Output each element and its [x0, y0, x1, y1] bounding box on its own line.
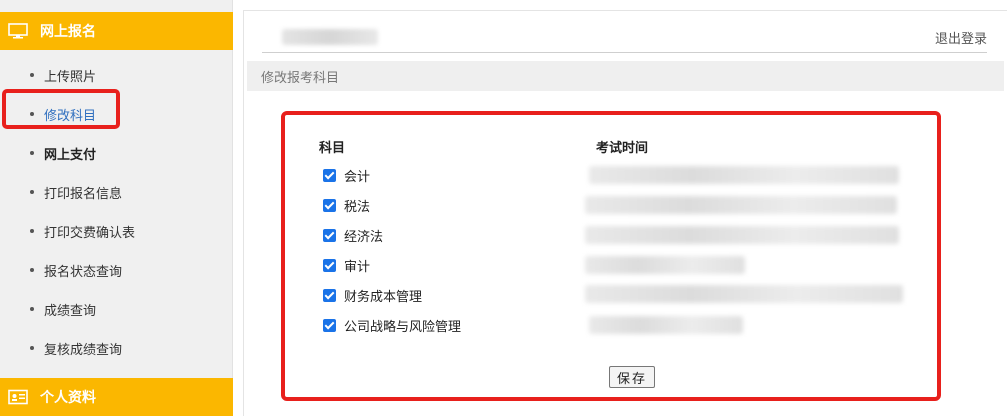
subject-checkbox[interactable]	[323, 318, 336, 332]
sidebar-item-label: 打印报名信息	[44, 186, 123, 202]
sidebar-item-score-query[interactable]: 成绩查询	[0, 294, 233, 324]
subject-row: 税法	[323, 195, 370, 215]
sidebar-item-label: 复核成绩查询	[44, 342, 123, 358]
top-bar: 退出登录	[262, 25, 987, 53]
sidebar-item-upload-photo[interactable]: 上传照片	[0, 60, 233, 90]
column-header-exam-time: 考试时间	[596, 141, 649, 156]
column-header-subject: 科目	[319, 141, 346, 156]
exam-time-redacted	[585, 256, 745, 274]
sidebar-item-review-score-query[interactable]: 复核成绩查询	[0, 333, 233, 363]
sidebar-item-print-payment-confirm[interactable]: 打印交费确认表	[0, 216, 233, 246]
sidebar: 网上报名 上传照片 修改科目 网上支付 打印报名信息 打印交费确认表 报名状态查…	[0, 0, 233, 416]
monitor-icon	[8, 23, 28, 39]
id-card-icon	[8, 389, 28, 405]
bullet-icon	[30, 73, 34, 77]
bullet-icon	[30, 190, 34, 194]
subject-checkbox[interactable]	[323, 288, 336, 302]
sidebar-item-label: 成绩查询	[44, 303, 97, 319]
subject-checkbox[interactable]	[323, 168, 336, 182]
sidebar-item-label: 报名状态查询	[44, 264, 123, 280]
section-title: 网上报名	[40, 24, 96, 40]
username-redacted	[282, 29, 378, 45]
subject-name: 会计	[344, 169, 371, 185]
exam-time-redacted	[585, 285, 903, 303]
subject-name: 经济法	[344, 229, 384, 245]
highlight-box-sidebar	[2, 89, 120, 129]
subject-checkbox[interactable]	[323, 228, 336, 242]
sidebar-item-label: 打印交费确认表	[44, 225, 136, 241]
subject-form: 科目 考试时间 会计 税法 经济法 审计 财务成本管理 公司战略与风险管理 保存	[281, 111, 941, 401]
subject-row: 公司战略与风险管理	[323, 315, 461, 335]
sidebar-item-print-registration[interactable]: 打印报名信息	[0, 177, 233, 207]
subject-row: 会计	[323, 165, 370, 185]
subject-checkbox[interactable]	[323, 198, 336, 212]
bullet-icon	[30, 229, 34, 233]
sidebar-item-label: 上传照片	[44, 69, 97, 85]
subject-name: 财务成本管理	[344, 289, 423, 305]
section-header-personal-info[interactable]: 个人资料	[0, 378, 233, 416]
subject-name: 公司战略与风险管理	[344, 319, 462, 335]
subject-name: 审计	[344, 259, 371, 275]
bullet-icon	[30, 268, 34, 272]
save-button[interactable]: 保存	[609, 366, 655, 388]
sidebar-item-registration-status[interactable]: 报名状态查询	[0, 255, 233, 285]
bullet-icon	[30, 346, 34, 350]
sidebar-item-label: 网上支付	[44, 147, 97, 163]
main-content: 退出登录 修改报考科目 科目 考试时间 会计 税法 经济法 审计 财务成本管理 …	[243, 10, 1007, 416]
exam-time-redacted	[585, 196, 897, 214]
subject-name: 税法	[344, 199, 371, 215]
exam-time-redacted	[589, 166, 899, 184]
page-title-bar: 修改报考科目	[247, 61, 1004, 91]
section-title: 个人资料	[40, 390, 96, 406]
exam-time-redacted	[585, 226, 899, 244]
bullet-icon	[30, 151, 34, 155]
section-header-online-registration[interactable]: 网上报名	[0, 12, 233, 50]
exam-time-redacted	[589, 316, 743, 334]
subject-row: 经济法	[323, 225, 383, 245]
subject-checkbox[interactable]	[323, 258, 336, 272]
page-title: 修改报考科目	[261, 70, 340, 86]
subject-row: 财务成本管理	[323, 285, 422, 305]
subject-row: 审计	[323, 255, 370, 275]
sidebar-item-online-payment[interactable]: 网上支付	[0, 138, 233, 168]
bullet-icon	[30, 307, 34, 311]
logout-link[interactable]: 退出登录	[935, 28, 987, 47]
